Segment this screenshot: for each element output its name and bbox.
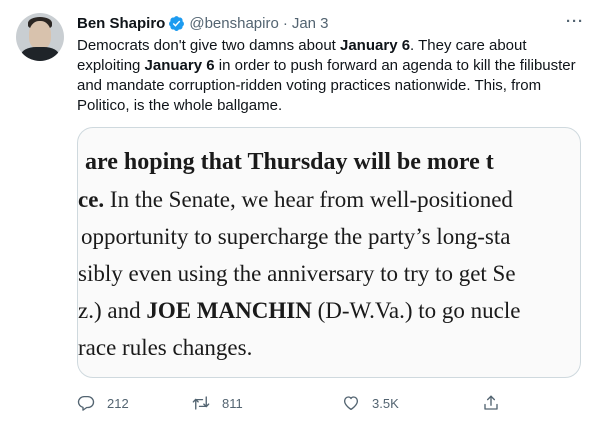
- image-text-line: race rules changes.: [78, 335, 253, 360]
- retweet-icon: [192, 396, 210, 410]
- avatar-face: [29, 21, 51, 49]
- tweet-text-bold: January 6: [340, 37, 411, 54]
- share-icon: [484, 395, 498, 410]
- retweet-count: 811: [222, 395, 243, 411]
- image-text-bold: JOE MANCHIN: [146, 298, 312, 323]
- image-text-part: z.) and: [78, 298, 147, 323]
- tweet-date[interactable]: Jan 3: [292, 15, 329, 32]
- image-text-line: z.) and JOE MANCHIN (D-W.Va.) to go nucl…: [78, 292, 580, 329]
- image-text-line: ce. In the Senate, we hear from well-pos…: [78, 181, 580, 218]
- attached-image[interactable]: are hoping that Thursday will be more t …: [77, 127, 581, 378]
- image-text-bold: ce.: [78, 187, 105, 212]
- image-text-excerpt: are hoping that Thursday will be more t …: [78, 144, 580, 366]
- image-text-part: (D-W.Va.) to go nucle: [311, 298, 521, 323]
- more-options-icon[interactable]: ···: [566, 13, 584, 30]
- like-count: 3.5K: [372, 395, 399, 411]
- tweet-text-part: Democrats don't give two damns about: [77, 37, 340, 54]
- image-text-part: In the Senate, we hear from well-positio…: [104, 187, 513, 212]
- reply-icon: [77, 395, 95, 411]
- avatar[interactable]: [16, 13, 64, 61]
- heart-icon: [343, 396, 359, 411]
- image-text-line: sibly even using the anniversary to try …: [78, 261, 516, 286]
- verified-badge-icon: [169, 15, 185, 31]
- tweet-header: Ben Shapiro @benshapiro · Jan 3 ···: [77, 13, 584, 33]
- retweet-button[interactable]: 811: [192, 392, 243, 414]
- tweet-text: Democrats don't give two damns about Jan…: [77, 36, 577, 116]
- author-handle[interactable]: @benshapiro: [189, 15, 278, 32]
- like-button[interactable]: 3.5K: [342, 392, 399, 414]
- author-name[interactable]: Ben Shapiro: [77, 15, 165, 32]
- image-text-line: are hoping that Thursday will be more t: [85, 149, 494, 175]
- avatar-body: [21, 47, 59, 61]
- share-button[interactable]: [482, 392, 500, 414]
- image-text-line: opportunity to supercharge the party’s l…: [81, 224, 511, 249]
- reply-button[interactable]: 212: [77, 392, 129, 414]
- separator-dot: ·: [282, 14, 288, 32]
- tweet-actions: 212 811 3.5K: [77, 392, 507, 414]
- reply-count: 212: [107, 395, 129, 411]
- tweet-text-bold: January 6: [144, 57, 215, 74]
